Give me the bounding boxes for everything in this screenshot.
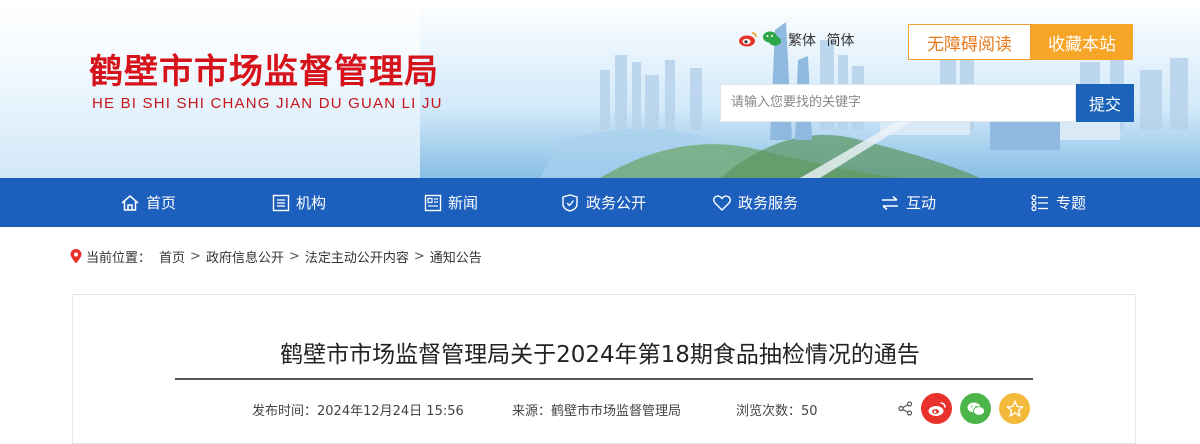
lang-traditional-link[interactable]: 繁体 [788,33,816,49]
breadcrumb-separator: > [288,249,300,264]
nav-item-label: 政务服务 [738,194,799,212]
main-nav: 首页 机构 新闻 政务公开 政务服务 互动 专题 [0,178,1200,227]
breadcrumb-prefix: 当前位置： [86,251,152,266]
nav-item-label: 新闻 [448,194,479,212]
nav-item-home[interactable]: 首页 [120,178,176,227]
nav-item-label: 首页 [146,194,177,212]
home-icon [121,194,139,211]
breadcrumb-link-statutory[interactable]: 法定主动公开内容 [305,247,409,266]
accessibility-button[interactable]: 无障碍阅读 [908,24,1031,60]
breadcrumb-link-home[interactable]: 首页 [159,247,185,266]
share-favorite-button[interactable] [999,393,1030,424]
nav-item-gov-services[interactable]: 政务服务 [712,178,798,227]
nav-item-topics[interactable]: 专题 [1030,178,1086,227]
article-source: 来源：鹤壁市市场监督管理局 [512,404,682,419]
nav-item-label: 专题 [1056,194,1087,212]
nav-item-label: 互动 [906,194,937,212]
shield-icon [562,193,578,212]
location-pin-icon [70,249,82,264]
bookmark-site-button[interactable]: 收藏本站 [1031,24,1133,60]
breadcrumb-separator: > [190,249,201,264]
heart-icon [713,194,731,211]
language-switcher: 繁体 简体 [788,30,860,50]
site-subtitle: HE BI SHI SHI CHANG JIAN DU GUAN LI JU [92,95,443,112]
nav-item-label: 机构 [296,194,327,212]
list-icon [1031,194,1048,211]
nav-item-label: 政务公开 [586,194,647,212]
article-title: 鹤壁市市场监督管理局关于2024年第18期食品抽检情况的通告 [280,342,920,368]
exchange-icon [882,195,898,210]
lang-simplified-link[interactable]: 简体 [826,33,854,49]
social-links [738,30,782,48]
share-weibo-button[interactable] [921,393,952,424]
wechat-icon [967,402,985,416]
search-submit-button[interactable]: 提交 [1076,84,1134,122]
nav-item-organization[interactable]: 机构 [272,178,326,227]
nav-item-gov-affairs-open[interactable]: 政务公开 [560,178,646,227]
star-icon [1005,399,1024,417]
weibo-icon[interactable] [738,30,758,48]
nav-item-news[interactable]: 新闻 [424,178,478,227]
breadcrumb-link-gov-info[interactable]: 政府信息公开 [206,247,284,266]
breadcrumb: 当前位置： 首页 > 政府信息公开 > 法定主动公开内容 > 通知公告 [70,247,482,266]
share-icon[interactable] [898,401,913,416]
header-banner: 鹤壁市市场监督管理局 HE BI SHI SHI CHANG JIAN DU G… [0,0,1200,178]
publish-time: 发布时间：2024年12月24日 15:56 [252,404,464,419]
site-title[interactable]: 鹤壁市市场监督管理局 [89,52,439,92]
building-icon [272,194,290,211]
weibo-icon [928,401,946,416]
wechat-icon[interactable] [762,30,782,48]
view-count: 浏览次数：50 [736,404,818,419]
breadcrumb-link-notices[interactable]: 通知公告 [430,247,482,266]
share-wechat-button[interactable] [960,393,991,424]
nav-item-interaction[interactable]: 互动 [880,178,936,227]
breadcrumb-separator: > [413,249,425,264]
news-icon [424,194,442,211]
title-divider [175,378,1033,380]
search-input[interactable]: 请输入您要找的关键字 [720,84,1076,122]
